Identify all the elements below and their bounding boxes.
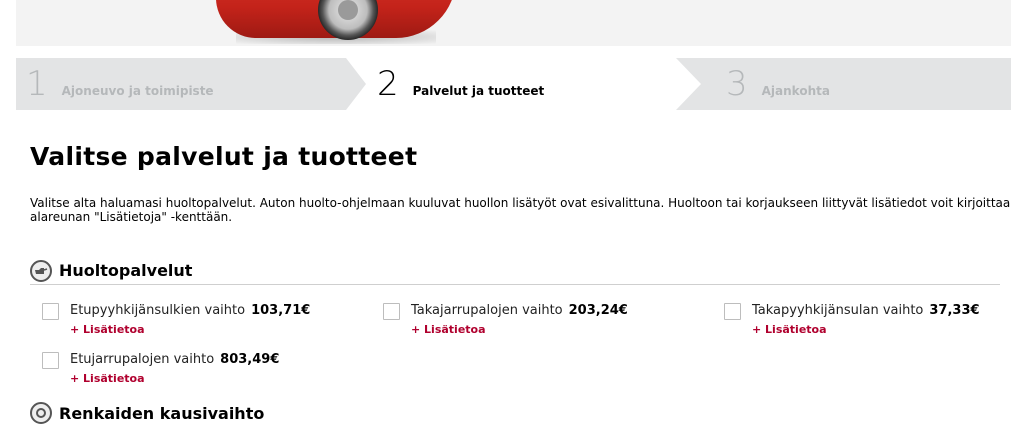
step-2-number: 2 (377, 64, 399, 104)
oil-can-icon (30, 259, 52, 282)
tire-icon (30, 402, 52, 424)
more-info-link[interactable]: + Lisätietoa (752, 323, 827, 336)
more-info-link[interactable]: + Lisätietoa (70, 323, 145, 336)
more-info-link[interactable]: + Lisätietoa (411, 323, 486, 336)
section-header-renkaat: Renkaiden kausivaihto (30, 402, 264, 424)
car-wheel-hub (338, 0, 358, 20)
step-1-label: Ajoneuvo ja toimipiste (61, 84, 214, 98)
section-title: Huoltopalvelut (59, 261, 193, 280)
step-1-number: 1 (26, 64, 48, 104)
step-2-active[interactable]: 2 Palvelut ja tuotteet (346, 58, 701, 110)
service-price: 103,71€ (251, 303, 311, 318)
step-3-label: Ajankohta (761, 84, 830, 98)
section-title: Renkaiden kausivaihto (59, 403, 265, 423)
service-name-text: Takapyyhkijänsulan vaihto (752, 303, 924, 318)
intro-line-2: alareunan "Lisätietoja" -kenttään. (30, 210, 233, 224)
service-name-text: Takajarrupalojen vaihto (411, 303, 563, 318)
service-name: Etujarrupalojen vaihto 803,49€ (70, 352, 279, 367)
service-price: 37,33€ (929, 303, 980, 318)
intro-line-1: Valitse alta haluamasi huoltopalvelut. A… (30, 196, 1011, 210)
service-price: 803,49€ (220, 352, 280, 367)
service-name-text: Etujarrupalojen vaihto (70, 352, 215, 367)
more-info-link[interactable]: + Lisätietoa (70, 372, 145, 385)
service-name: Etupyyhkijänsulkien vaihto 103,71€ (70, 303, 310, 318)
service-checkbox[interactable] (42, 352, 59, 369)
service-name: Takapyyhkijänsulan vaihto 37,33€ (752, 303, 980, 318)
page-title: Valitse palvelut ja tuotteet (30, 142, 418, 171)
step-progress-bar: 1 Ajoneuvo ja toimipiste 2 Palvelut ja t… (16, 58, 1011, 110)
intro-text: Valitse alta haluamasi huoltopalvelut. A… (30, 196, 1011, 224)
service-price: 203,24€ (568, 303, 628, 318)
section-header-huoltopalvelut: Huoltopalvelut (30, 257, 1000, 285)
step-1[interactable]: 1 Ajoneuvo ja toimipiste (26, 58, 214, 110)
service-checkbox[interactable] (42, 303, 59, 320)
service-name-text: Etupyyhkijänsulkien vaihto (70, 303, 246, 318)
service-name: Takajarrupalojen vaihto 203,24€ (411, 303, 628, 318)
step-3[interactable]: 3 Ajankohta (726, 58, 830, 110)
step-2-label: Palvelut ja tuotteet (412, 84, 545, 98)
service-checkbox[interactable] (383, 303, 400, 320)
step-3-number: 3 (726, 64, 748, 104)
service-checkbox[interactable] (724, 303, 741, 320)
hero-car-image (16, 0, 1011, 46)
